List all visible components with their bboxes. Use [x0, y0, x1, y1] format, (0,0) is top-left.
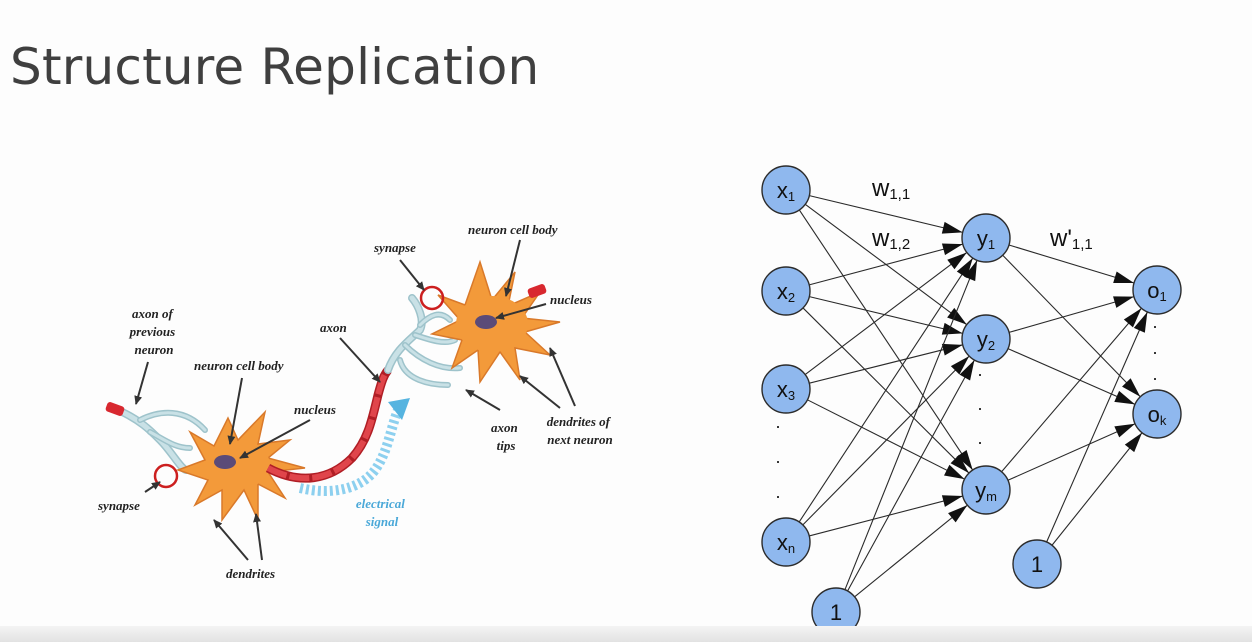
- edge-x4-y1: [798, 257, 974, 523]
- input-node-xn: xn: [761, 517, 811, 567]
- edge-x3-y1: [804, 252, 968, 375]
- edge-y1-o1-arrowhead: [1113, 271, 1135, 284]
- weight-label-wprime11: w'1,1: [1049, 225, 1093, 253]
- edge-x4-y3: [809, 495, 963, 537]
- edge-y2-o1-arrowhead: [1113, 296, 1134, 308]
- network-diagram: x1 x2 x3 xn y1 y2 ym o1 ok 1 1 ......... w1,1 w1,2…: [761, 165, 1182, 637]
- edge-x1-y1-arrowhead: [941, 221, 963, 234]
- ellipsis-dot: .: [775, 447, 780, 467]
- edge-y2-o2: [1007, 348, 1136, 405]
- hidden-node-ym: ym: [961, 465, 1011, 515]
- input-node-x3: x3: [761, 364, 811, 414]
- output-node-o1: o1: [1132, 265, 1182, 315]
- ellipsis-dot: .: [1152, 338, 1157, 358]
- edge-bias-o1: [1046, 311, 1148, 543]
- ellipsis-dot: .: [1152, 364, 1157, 384]
- edge-x3-y3: [807, 399, 965, 480]
- weight-label-w12: w1,2: [871, 225, 910, 253]
- edge-x2-y1-arrowhead: [941, 243, 963, 256]
- edge-x3-y2-arrowhead: [941, 343, 963, 356]
- bias-node-hidden-label: 1: [1031, 552, 1043, 577]
- ellipsis-dot: .: [977, 360, 982, 380]
- ellipsis-dot: .: [1152, 312, 1157, 332]
- ellipsis-dot: .: [775, 412, 780, 432]
- hidden-node-y1: y1: [961, 213, 1011, 263]
- input-node-x2: x2: [761, 266, 811, 316]
- edge-y3-o2: [1007, 423, 1136, 481]
- edge-y2-o2-arrowhead: [1114, 390, 1136, 405]
- bias-node-hidden: 1: [1012, 539, 1062, 589]
- edge-bias-y3: [854, 504, 968, 598]
- edge-x3-y2: [809, 344, 963, 384]
- edge-x4-y3-arrowhead: [941, 495, 963, 507]
- edge-bias-o2: [1051, 432, 1143, 546]
- edge-y3-o1: [1001, 307, 1142, 473]
- input-node-x1: x1: [761, 165, 811, 215]
- edge-x2-y2: [809, 296, 963, 334]
- ellipsis-dot: .: [977, 394, 982, 414]
- output-node-ok: ok: [1132, 389, 1182, 439]
- ellipsis-dot: .: [977, 428, 982, 448]
- weight-label-w11: w1,1: [871, 175, 910, 203]
- hidden-node-y2: y2: [961, 314, 1011, 364]
- edge-y3-o2-arrowhead: [1114, 423, 1136, 438]
- ellipsis-dot: .: [775, 482, 780, 502]
- edge-x2-y2-arrowhead: [941, 322, 963, 335]
- bias-node-input-label: 1: [830, 600, 842, 625]
- edge-bias-y3-arrowhead: [948, 505, 968, 523]
- bottom-bar: [0, 626, 1252, 642]
- edge-bias-o2-arrowhead: [1124, 432, 1143, 453]
